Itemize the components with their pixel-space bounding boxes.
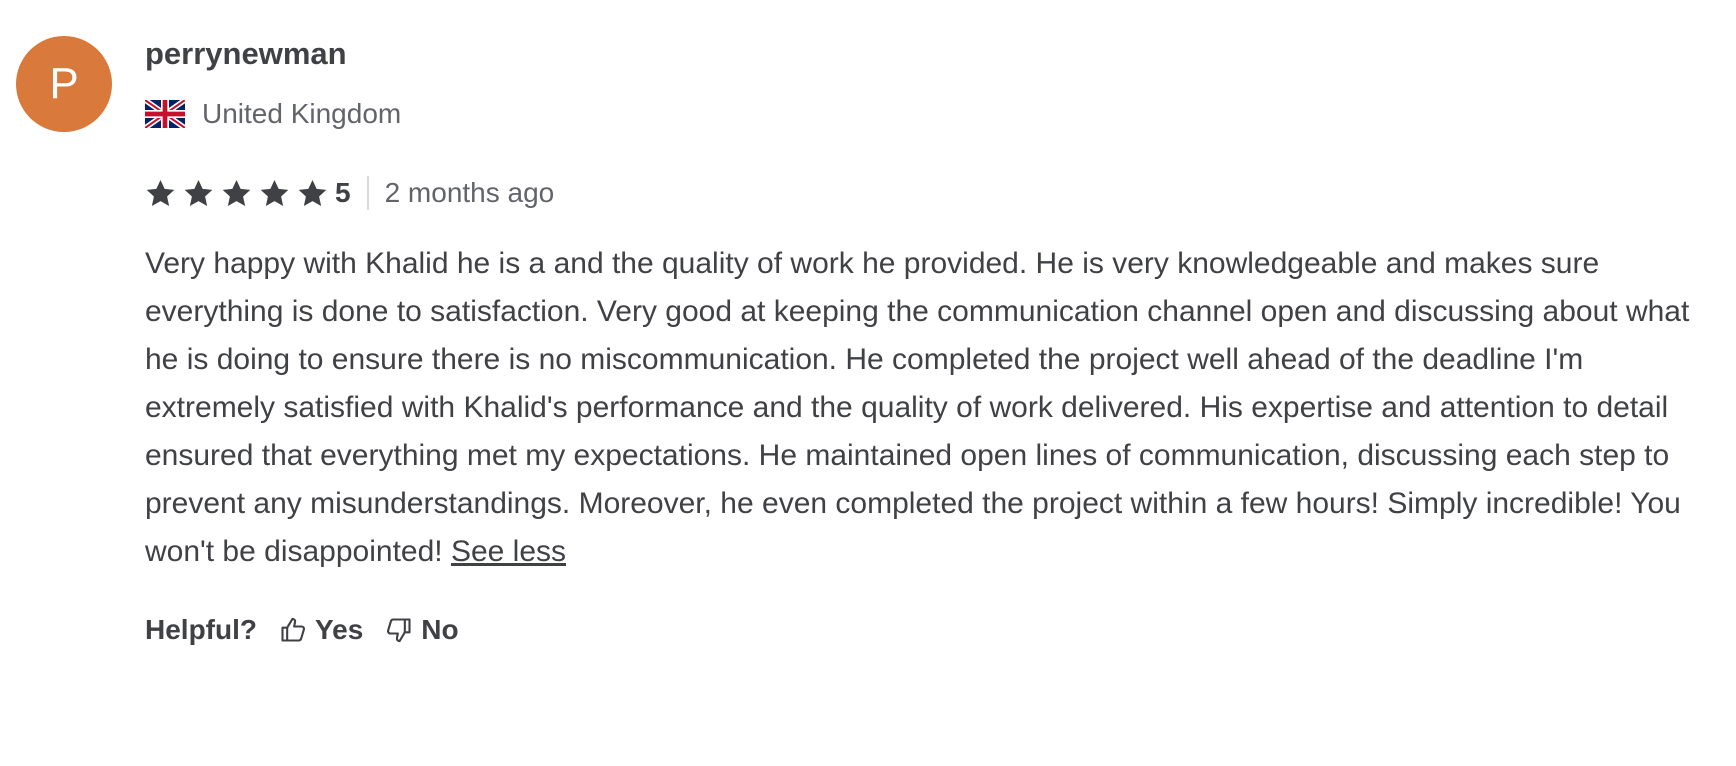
thumbs-down-icon (387, 618, 411, 643)
helpful-no-button[interactable]: No (385, 614, 459, 646)
helpful-no-label: No (421, 614, 459, 645)
thumbs-up-icon (281, 617, 305, 642)
country-name: United Kingdom (202, 98, 402, 129)
review-body: Very happy with Khalid he is a and the q… (145, 247, 1690, 568)
reviewer-username[interactable]: perrynewman (145, 36, 1705, 72)
avatar[interactable]: P (16, 36, 112, 132)
star-icon (297, 178, 328, 209)
star-icon (221, 178, 252, 209)
rating-value: 5 (335, 177, 351, 208)
see-less-link[interactable]: See less (451, 535, 566, 568)
star-icon (183, 178, 214, 209)
avatar-letter: P (49, 59, 79, 108)
review-content: perrynewman United Kingdom 5 2 months ag… (145, 36, 1705, 650)
helpful-yes-button[interactable]: Yes (279, 614, 363, 646)
uk-flag-icon (145, 100, 185, 128)
helpful-yes-label: Yes (315, 614, 364, 645)
rating-divider (366, 176, 369, 210)
star-icon (259, 178, 290, 209)
helpful-label: Helpful? (145, 614, 257, 645)
review-time: 2 months ago (384, 177, 555, 208)
helpful-row: Helpful? Yes No (145, 610, 1705, 650)
review-text: Very happy with Khalid he is a and the q… (145, 240, 1705, 576)
star-icon (145, 178, 176, 209)
star-rating (145, 178, 335, 209)
rating-row: 5 2 months ago (145, 174, 1705, 212)
reviewer-country: United Kingdom (145, 96, 1705, 132)
